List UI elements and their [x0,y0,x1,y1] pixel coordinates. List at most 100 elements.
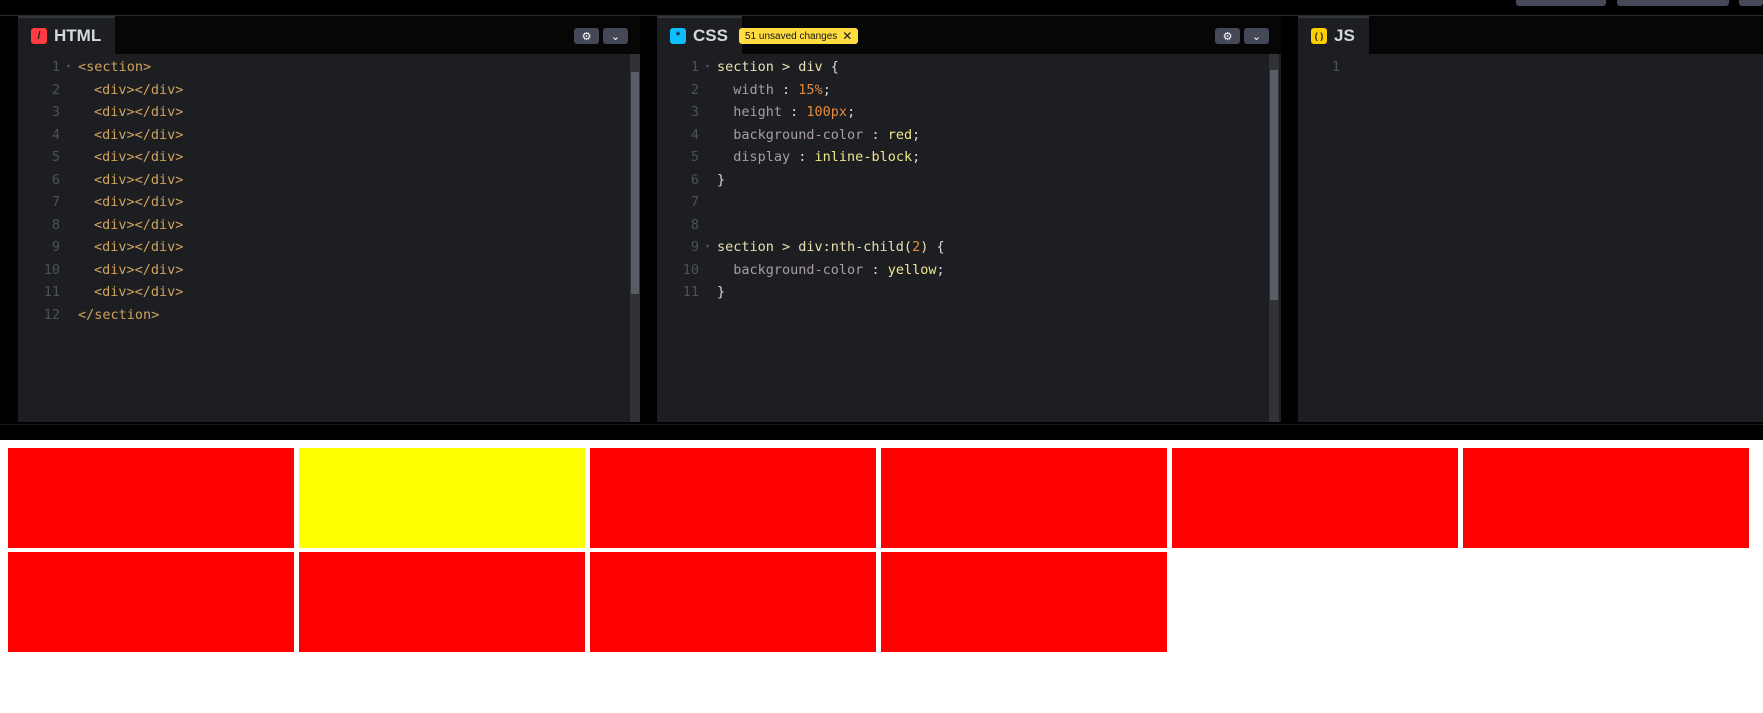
code-text: background-color : yellow; [717,261,945,278]
js-tab[interactable]: ( ) JS [1298,16,1369,54]
js-tab-label: JS [1334,26,1355,45]
code-line[interactable]: 7 <div></div> [18,191,640,214]
top-bar-button-2[interactable] [1617,0,1729,6]
code-text: <div></div> [94,104,184,120]
code-line[interactable]: 1 ▾ section > div { [657,56,1281,79]
html-editor-pane: / HTML ⚙ ⌄ 1 ▾ <section> 2 <div></div> 3 <div>… [18,16,640,422]
line-number: 8 [51,216,60,233]
html-pane-header: / HTML ⚙ ⌄ [18,16,640,54]
code-line[interactable]: 8 [657,214,1281,237]
code-line[interactable]: 12 </section> [18,304,640,327]
html-tab-label: HTML [54,26,102,45]
css-scrollbar[interactable] [1269,54,1279,422]
close-icon[interactable]: ✕ [842,29,852,43]
code-line[interactable]: 6} [657,169,1281,192]
preview-box [590,448,876,548]
preview-box [8,552,294,652]
html-collapse-chevron-down-icon[interactable]: ⌄ [603,28,628,44]
code-line[interactable]: 10 <div></div> [18,259,640,282]
code-line[interactable]: 11} [657,281,1281,304]
fold-arrow-icon[interactable]: ▾ [66,56,71,79]
css-logo-icon: * [670,28,686,44]
code-line[interactable]: 7 [657,191,1281,214]
line-number: 5 [690,149,699,165]
html-scrollbar[interactable] [630,54,640,422]
code-text: height : 100px; [717,104,856,120]
code-line[interactable]: 4 <div></div> [18,124,640,147]
code-line[interactable]: 4 background-color : red; [657,124,1281,147]
code-text: <div></div> [94,284,184,300]
code-line[interactable]: 1 [1298,56,1763,79]
line-number: 10 [43,261,60,278]
code-line[interactable]: 8 <div></div> [18,214,640,237]
line-number: 11 [43,284,60,300]
line-number: 11 [682,284,699,300]
code-line[interactable]: 5 <div></div> [18,146,640,169]
line-number: 12 [43,306,60,323]
line-number: 10 [682,261,699,278]
code-line[interactable]: 3 height : 100px; [657,101,1281,124]
code-text: <div></div> [94,216,184,233]
code-text: background-color : red; [717,126,921,143]
css-scrollbar-thumb[interactable] [1270,70,1278,300]
js-code-editor[interactable]: 1 [1298,54,1763,422]
line-number: 7 [690,194,699,210]
code-line[interactable]: 6 <div></div> [18,169,640,192]
code-text: } [717,171,726,188]
code-line[interactable]: 9 ▾ section > div:nth-child(2) { [657,236,1281,259]
top-bar-button-1[interactable] [1516,0,1606,6]
line-number: 7 [51,194,60,210]
unsaved-changes-badge[interactable]: 51 unsaved changes ✕ [739,28,859,44]
fold-arrow-icon[interactable]: ▾ [705,56,710,79]
preview-box [8,448,294,548]
code-line[interactable]: 10 background-color : yellow; [657,259,1281,282]
js-logo-icon: ( ) [1311,28,1327,44]
css-code-editor[interactable]: 1 ▾ section > div {2 width : 15%; 3 height … [657,54,1281,422]
html-scrollbar-thumb[interactable] [631,72,639,294]
line-number: 2 [690,81,699,98]
code-text: <div></div> [94,171,184,188]
fold-arrow-icon[interactable]: ▾ [705,236,710,259]
code-text: <section> [78,59,152,75]
top-bar-button-3[interactable] [1739,0,1763,6]
code-text: width : 15%; [717,81,831,98]
line-number: 9 ▾ [657,236,710,259]
preview-box [1463,448,1749,548]
code-line[interactable]: 9 <div></div> [18,236,640,259]
html-logo-icon: / [31,28,47,44]
unsaved-changes-text: 51 unsaved changes [745,30,838,42]
code-line[interactable]: 5 display : inline-block; [657,146,1281,169]
css-settings-gear-icon[interactable]: ⚙ [1215,28,1240,44]
code-line[interactable]: 3 <div></div> [18,101,640,124]
code-text: display : inline-block; [717,149,921,165]
resize-divider[interactable] [0,424,1763,440]
line-number: 9 [51,239,60,255]
code-line[interactable]: 11 <div></div> [18,281,640,304]
code-line[interactable]: 1 ▾ <section> [18,56,640,79]
js-pane-header: ( ) JS [1298,16,1763,54]
code-line[interactable]: 2 <div></div> [18,79,640,102]
css-pane-header: * CSS 51 unsaved changes ✕ ⚙ ⌄ [657,16,1281,54]
code-text: <div></div> [94,261,184,278]
html-code-editor[interactable]: 1 ▾ <section> 2 <div></div> 3 <div></div> 4 <div… [18,54,640,422]
line-number: 6 [51,171,60,188]
css-collapse-chevron-down-icon[interactable]: ⌄ [1244,28,1269,44]
editor-area: / HTML ⚙ ⌄ 1 ▾ <section> 2 <div></div> 3 <div>… [0,16,1763,424]
line-number: 1 ▾ [657,56,710,79]
html-settings-gear-icon[interactable]: ⚙ [574,28,599,44]
code-text: } [717,284,726,300]
line-number: 3 [690,104,699,120]
code-text: <div></div> [94,149,184,165]
html-tab[interactable]: / HTML [18,16,116,54]
preview-box [590,552,876,652]
js-editor-pane: ( ) JS 1 [1298,16,1763,422]
css-tab-label: CSS [693,26,728,45]
code-text: <div></div> [94,239,184,255]
code-text: section > div:nth-child(2) { [717,239,945,255]
line-number: 1 ▾ [18,56,71,79]
preview-box [881,448,1167,548]
css-tab[interactable]: * CSS [657,16,742,54]
code-line[interactable]: 2 width : 15%; [657,79,1281,102]
